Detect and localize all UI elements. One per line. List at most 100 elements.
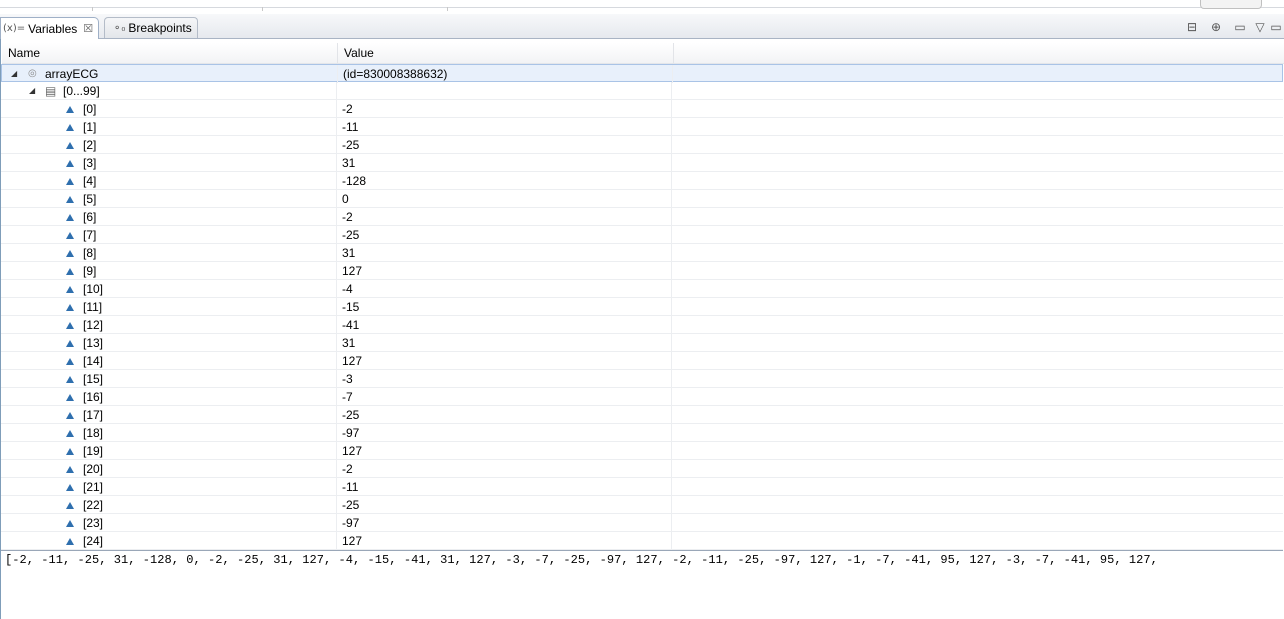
tree-row-element[interactable]: [14] 127 — [1, 352, 1283, 370]
element-value: 127 — [342, 264, 363, 278]
name-cell: [14] — [1, 352, 337, 370]
name-cell: [6] — [1, 208, 337, 226]
element-value: 0 — [342, 192, 349, 206]
tree-row-element[interactable]: [0] -2 — [1, 100, 1283, 118]
element-name: [18] — [83, 426, 104, 440]
tree-row-element[interactable]: [23] -97 — [1, 514, 1283, 532]
array-partition-icon: ▤ — [45, 84, 57, 98]
element-name: [21] — [83, 480, 104, 494]
name-cell: [1] — [1, 118, 337, 136]
expand-triangle-icon[interactable]: ◢ — [29, 82, 35, 100]
element-name: [12] — [83, 318, 104, 332]
tree-row-element[interactable]: [15] -3 — [1, 370, 1283, 388]
column-divider — [336, 478, 337, 496]
column-divider — [671, 388, 672, 406]
array-element-icon — [66, 268, 74, 275]
tree-row-element[interactable]: [1] -11 — [1, 118, 1283, 136]
element-name: [6] — [83, 210, 97, 224]
tree-row-element[interactable]: [11] -15 — [1, 298, 1283, 316]
tab-breakpoints[interactable]: ⚬₀ Breakpoints — [104, 17, 198, 38]
column-divider — [336, 190, 337, 208]
tree-row-element[interactable]: [16] -7 — [1, 388, 1283, 406]
column-divider — [336, 388, 337, 406]
tree-row-element[interactable]: [18] -97 — [1, 424, 1283, 442]
tree-header: Name Value — [2, 43, 1284, 64]
tab-variables[interactable]: (x)= Variables ☒ — [0, 17, 99, 39]
view-toolbar: ⊟ ⊕ ▭ ▽ ▭ — [1180, 18, 1284, 36]
tree-row-element[interactable]: [5] 0 — [1, 190, 1283, 208]
tree-row-element[interactable]: [3] 31 — [1, 154, 1283, 172]
element-value: -4 — [342, 282, 353, 296]
detail-value-text: [-2, -11, -25, 31, -128, 0, -2, -25, 31,… — [5, 553, 1158, 567]
array-element-icon — [66, 340, 74, 347]
tree-row-element[interactable]: [7] -25 — [1, 226, 1283, 244]
element-value: 31 — [342, 156, 356, 170]
array-element-icon — [66, 214, 74, 221]
element-value: -3 — [342, 372, 353, 386]
tree-row-element[interactable]: [13] 31 — [1, 334, 1283, 352]
show-type-names-icon[interactable]: ⊕ — [1204, 18, 1228, 36]
tree-row-element[interactable]: [9] 127 — [1, 262, 1283, 280]
element-value: -2 — [342, 102, 353, 116]
tree-row-group[interactable]: ◢ ▤ [0...99] — [1, 82, 1283, 100]
maximize-icon[interactable]: ▭ — [1268, 18, 1284, 36]
expand-triangle-icon[interactable]: ◢ — [11, 65, 17, 83]
array-element-icon — [66, 484, 74, 491]
element-name: [17] — [83, 408, 104, 422]
tree-row-element[interactable]: [24] 127 — [1, 532, 1283, 550]
breakpoints-icon: ⚬₀ — [113, 22, 126, 34]
tree-row-element[interactable]: [19] 127 — [1, 442, 1283, 460]
collapse-all-icon[interactable]: ⊟ — [1180, 18, 1204, 36]
element-name: [13] — [83, 336, 104, 350]
column-divider — [336, 370, 337, 388]
column-divider — [336, 424, 337, 442]
element-value: 127 — [342, 444, 363, 458]
name-cell: [20] — [1, 460, 337, 478]
tree-row-element[interactable]: [10] -4 — [1, 280, 1283, 298]
array-element-icon — [66, 520, 74, 527]
column-header-value[interactable]: Value — [338, 43, 674, 63]
column-header-name[interactable]: Name — [2, 43, 338, 63]
element-value: -25 — [342, 498, 360, 512]
minimize-icon[interactable]: ▭ — [1228, 18, 1252, 36]
column-divider — [336, 82, 337, 100]
array-element-icon — [66, 466, 74, 473]
name-cell: [15] — [1, 370, 337, 388]
variable-name: arrayECG — [45, 67, 99, 81]
column-divider — [336, 352, 337, 370]
element-value: -2 — [342, 462, 353, 476]
tree-row-element[interactable]: [6] -2 — [1, 208, 1283, 226]
array-element-icon — [66, 430, 74, 437]
element-value: -2 — [342, 210, 353, 224]
column-divider — [672, 65, 673, 83]
column-divider — [337, 65, 338, 83]
name-cell: [11] — [1, 298, 337, 316]
element-name: [1] — [83, 120, 97, 134]
tree-row-element[interactable]: [22] -25 — [1, 496, 1283, 514]
view-tab-bar: (x)= Variables ☒ ⚬₀ Breakpoints — [0, 14, 1284, 39]
name-cell: [2] — [1, 136, 337, 154]
detail-pane[interactable]: [-2, -11, -25, 31, -128, 0, -2, -25, 31,… — [1, 550, 1283, 619]
column-divider — [671, 172, 672, 190]
tree-row-element[interactable]: [12] -41 — [1, 316, 1283, 334]
tab-variables-label: Variables — [28, 21, 78, 36]
name-cell: [4] — [1, 172, 337, 190]
tree-row-element[interactable]: [20] -2 — [1, 460, 1283, 478]
tree-row-element[interactable]: [2] -25 — [1, 136, 1283, 154]
close-icon[interactable]: ☒ — [83, 22, 93, 35]
column-divider — [671, 496, 672, 514]
element-value: -25 — [342, 228, 360, 242]
tree-row-element[interactable]: [17] -25 — [1, 406, 1283, 424]
column-divider — [671, 532, 672, 550]
element-value: 31 — [342, 246, 356, 260]
tree-row-element[interactable]: [21] -11 — [1, 478, 1283, 496]
view-menu-icon[interactable]: ▽ — [1252, 18, 1268, 36]
column-divider — [336, 298, 337, 316]
variables-tree: ◢ ◎ arrayECG (id=830008388632) ◢ ▤ [0...… — [1, 64, 1283, 550]
tree-row-arrayECG[interactable]: ◢ ◎ arrayECG (id=830008388632) — [1, 64, 1283, 83]
name-cell: [17] — [1, 406, 337, 424]
column-divider — [336, 316, 337, 334]
tree-row-element[interactable]: [4] -128 — [1, 172, 1283, 190]
name-cell: ◢ ▤ [0...99] — [1, 82, 337, 100]
tree-row-element[interactable]: [8] 31 — [1, 244, 1283, 262]
